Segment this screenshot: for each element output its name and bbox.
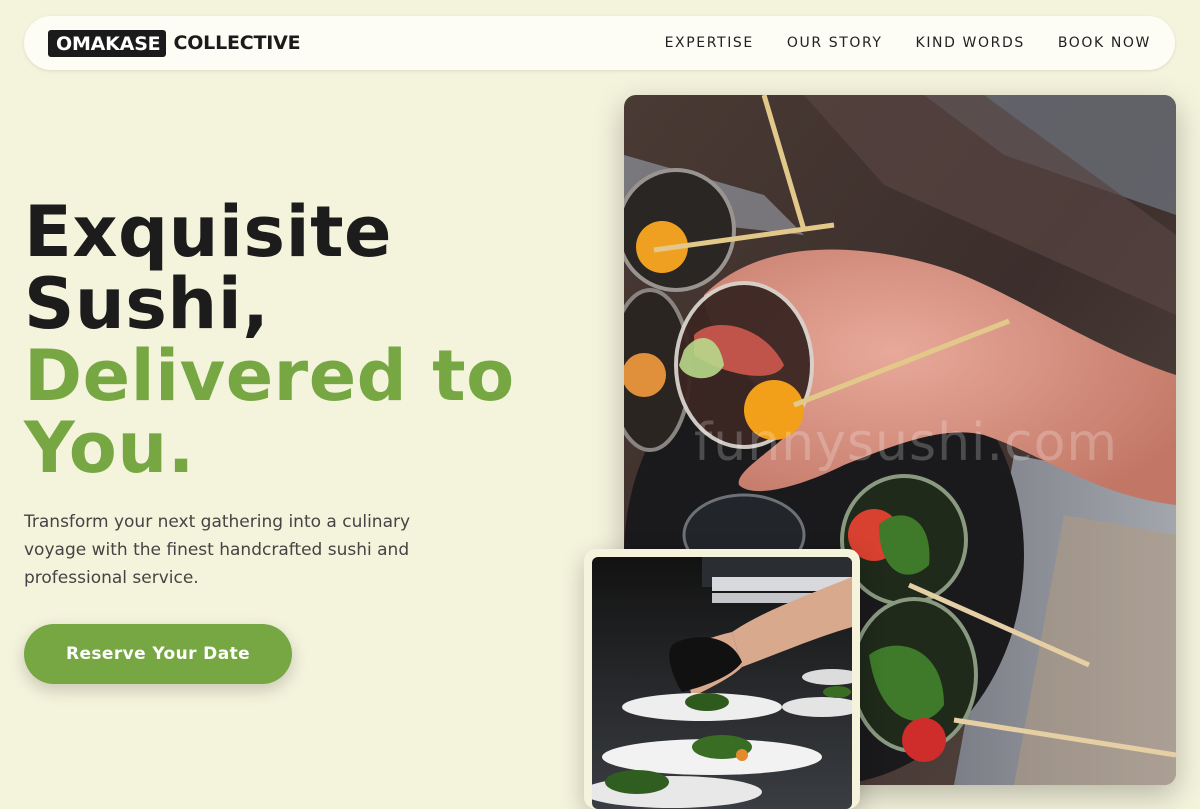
brand-logo-box: OMAKASE [48, 29, 167, 57]
hero-subtitle: Transform your next gathering into a cul… [24, 512, 411, 588]
nav-link-book-now[interactable]: BOOK NOW [1058, 35, 1151, 51]
hero-title-line-1: Exquisite [24, 191, 393, 273]
nav-menu: EXPERTISE OUR STORY KIND WORDS BOOK NOW [665, 35, 1151, 51]
hero-title-line-2: Sushi, [24, 263, 270, 345]
reserve-date-button[interactable]: Reserve Your Date [24, 624, 292, 684]
nav-link-kind-words[interactable]: KIND WORDS [916, 35, 1025, 51]
brand-logo-text: COLLECTIVE [173, 32, 301, 54]
hero-title-accent-line-1: Delivered to [24, 335, 515, 417]
image-watermark: funnysushi.com [694, 413, 1119, 473]
nav-link-expertise[interactable]: EXPERTISE [665, 35, 754, 51]
chef-plating-photo [592, 557, 852, 809]
hero-secondary-image [592, 557, 852, 809]
hero-secondary-image-frame [584, 549, 860, 809]
hero-title: Exquisite Sushi, Delivered to You. [24, 196, 584, 484]
hero-title-accent-line-2: You. [24, 407, 195, 489]
top-navbar: OMAKASE COLLECTIVE EXPERTISE OUR STORY K… [24, 16, 1175, 70]
brand-logo[interactable]: OMAKASE COLLECTIVE [48, 29, 301, 57]
nav-link-our-story[interactable]: OUR STORY [787, 35, 883, 51]
